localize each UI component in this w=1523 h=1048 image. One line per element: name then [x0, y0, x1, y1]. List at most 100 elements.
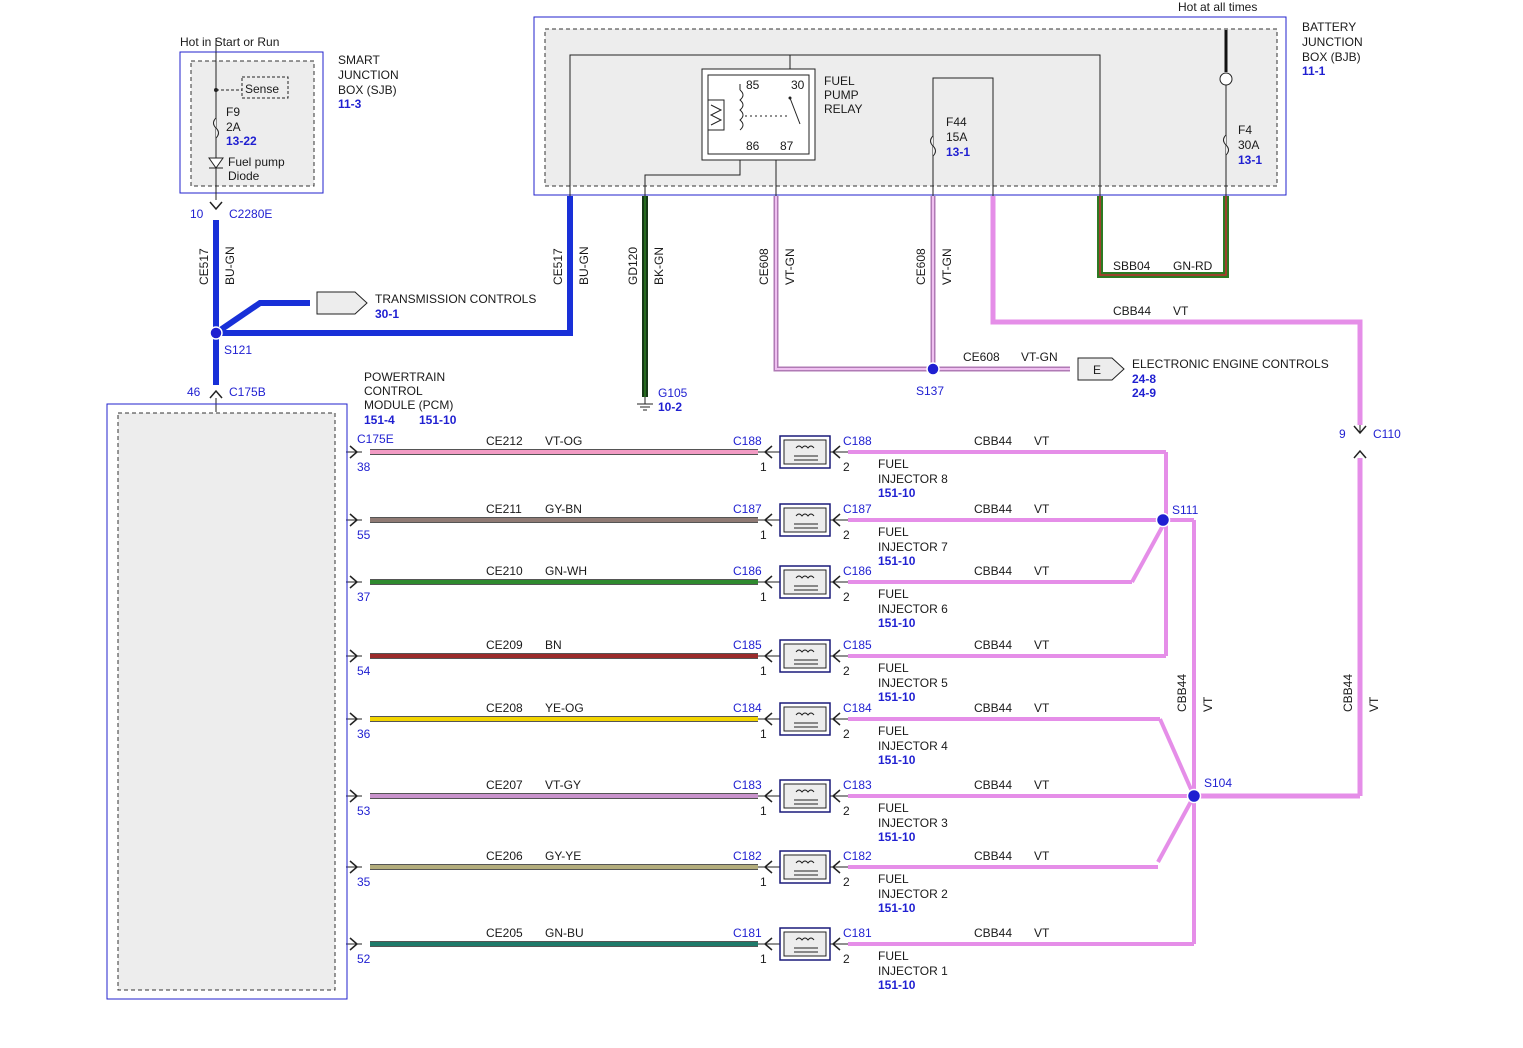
relay-name-2: PUMP	[824, 88, 859, 102]
inj5-circuit-code: CE209	[486, 638, 523, 652]
pcm-name-2: CONTROL	[364, 384, 423, 398]
inj8-connector-right: C188	[843, 434, 872, 448]
sjb-name-3: BOX (SJB)	[338, 83, 397, 97]
inj3-supply-color: VT	[1034, 778, 1050, 792]
injector-rows: INJ838CE212VT-OGC1881C1882CBB44VTFUELINJ…	[295, 434, 1194, 992]
ce608-color-right: VT-GN	[940, 248, 954, 285]
f44-amp: 15A	[946, 130, 967, 144]
inj8-injector-ref: 151-10	[878, 486, 916, 500]
inj5-injector-label-fuel: FUEL	[878, 661, 909, 675]
bjb-name-2: JUNCTION	[1302, 35, 1363, 49]
inj4-connector-left: C184	[733, 701, 762, 715]
s111-label: S111	[1172, 503, 1199, 517]
sjb-name-1: SMART	[338, 53, 380, 67]
ce608-code-left: CE608	[757, 248, 771, 285]
inj5-supply-color: VT	[1034, 638, 1050, 652]
ce608-code-right: CE608	[914, 248, 928, 285]
ce517-wire-to-transmission	[214, 300, 310, 336]
inj2-supply-color: VT	[1034, 849, 1050, 863]
inj3-connector-left: C183	[733, 778, 762, 792]
s137-label: S137	[916, 384, 944, 398]
inj6-injector-ref: 151-10	[878, 616, 916, 630]
inj4-circuit-color: YE-OG	[545, 701, 584, 715]
cbb44-color-bus: VT	[1201, 696, 1215, 712]
bjb-header: Hot at all times	[1178, 0, 1257, 14]
pcm-top-connector: C175B	[229, 385, 266, 399]
inj6-supply-code: CBB44	[974, 564, 1012, 578]
inj7-supply-code: CBB44	[974, 502, 1012, 516]
s137-splice	[926, 362, 940, 376]
inj7-injector-label-fuel: FUEL	[878, 525, 909, 539]
cbb44-code-top: CBB44	[1113, 304, 1151, 318]
inj8-injector-pin-out: 2	[843, 460, 850, 474]
inj7-connector-left: C187	[733, 502, 762, 516]
cbb44-code-right: CBB44	[1341, 674, 1355, 712]
pcm-name-3: MODULE (PCM)	[364, 398, 453, 412]
sjb-header: Hot in Start or Run	[180, 35, 279, 49]
injector-bus: CBB44 VT	[1130, 452, 1215, 944]
engine-ref-1: 24-8	[1132, 372, 1156, 386]
c110-bottom-icon	[1353, 449, 1367, 459]
inj5-injector-pin-out: 2	[843, 664, 850, 678]
inj4-pin: 36	[357, 727, 371, 741]
inj4-connector-right: C184	[843, 701, 872, 715]
inj8-pin: 38	[357, 460, 371, 474]
f4-amp: 30A	[1238, 138, 1259, 152]
inj1-injector-pin-out: 2	[843, 952, 850, 966]
inj4-circuit-code: CE208	[486, 701, 523, 715]
inj6-injector-pin-in: 1	[760, 590, 767, 604]
ce608-color-left: VT-GN	[783, 248, 797, 285]
inj1-pin: 52	[357, 952, 371, 966]
inj4-injector-pin-out: 2	[843, 727, 850, 741]
relay-name-1: FUEL	[824, 74, 855, 88]
inj6-circuit-code: CE210	[486, 564, 523, 578]
ce608-circuit: S137 CE608 VT-GN CE608 VT-GN CE608 VT-GN…	[757, 196, 1329, 400]
inj8-injector-pin-in: 1	[760, 460, 767, 474]
inj3-injector-label-fuel: FUEL	[878, 801, 909, 815]
inj4-injector-ref: 151-10	[878, 753, 916, 767]
relay-pin-86: 86	[746, 139, 760, 153]
inj1-injector-pin-in: 1	[760, 952, 767, 966]
pcm-module: POWERTRAIN CONTROL MODULE (PCM) 151-4 15…	[106, 370, 457, 1000]
inj7-injector-ref: 151-10	[878, 554, 916, 568]
pcm-name-1: POWERTRAIN	[364, 370, 445, 384]
inj4-injector-label-fuel: FUEL	[878, 724, 909, 738]
ce517-color-right: BU-GN	[577, 246, 591, 285]
inj2-injector-pin-in: 1	[760, 875, 767, 889]
inj5-connector-right: C185	[843, 638, 872, 652]
inj7-injector-label: INJECTOR 7	[878, 540, 948, 554]
inj2-connector-right: C182	[843, 849, 872, 863]
inj1-injector-label: INJECTOR 1	[878, 964, 948, 978]
sjb-ref: 11-3	[338, 97, 362, 111]
pcm-inj-connector: C175E	[357, 432, 394, 446]
inj1-supply-code: CBB44	[974, 926, 1012, 940]
pcm-ref-1: 151-4	[364, 413, 395, 427]
ce517-code-right: CE517	[551, 248, 565, 285]
c2280e-connector-icon	[209, 201, 223, 211]
s104-label: S104	[1204, 776, 1232, 790]
diode-label-1: Fuel pump	[228, 155, 285, 169]
inj8-injector-label-fuel: FUEL	[878, 457, 909, 471]
inj1-connector-right: C181	[843, 926, 872, 940]
inj7-injector-pin-out: 2	[843, 528, 850, 542]
inj5-circuit-color: BN	[545, 638, 562, 652]
inj5-injector-label: INJECTOR 5	[878, 676, 948, 690]
s111-splice	[1155, 512, 1171, 528]
inj4-supply-color: VT	[1034, 701, 1050, 715]
inj7-injector-pin-in: 1	[760, 528, 767, 542]
gd120-circuit: GD120 BK-GN G105 10-2	[626, 196, 688, 414]
inj6-circuit-color: GN-WH	[545, 564, 587, 578]
f44-id: F44	[946, 115, 967, 129]
g105-ref: 10-2	[658, 400, 682, 414]
s104-splice	[1186, 788, 1202, 804]
inj8-supply-code: CBB44	[974, 434, 1012, 448]
inj3-pin: 53	[357, 804, 371, 818]
inj2-supply-code: CBB44	[974, 849, 1012, 863]
battery-junction-box: Hot at all times F4 30A 13-1 BATTERY JUN…	[533, 0, 1363, 196]
inj5-pin: 54	[357, 664, 371, 678]
ce517-color-left: BU-GN	[223, 246, 237, 285]
relay-pin-30: 30	[791, 78, 805, 92]
gd120-color: BK-GN	[652, 247, 666, 285]
inj6-supply-color: VT	[1034, 564, 1050, 578]
inj3-circuit-color: VT-GY	[545, 778, 581, 792]
